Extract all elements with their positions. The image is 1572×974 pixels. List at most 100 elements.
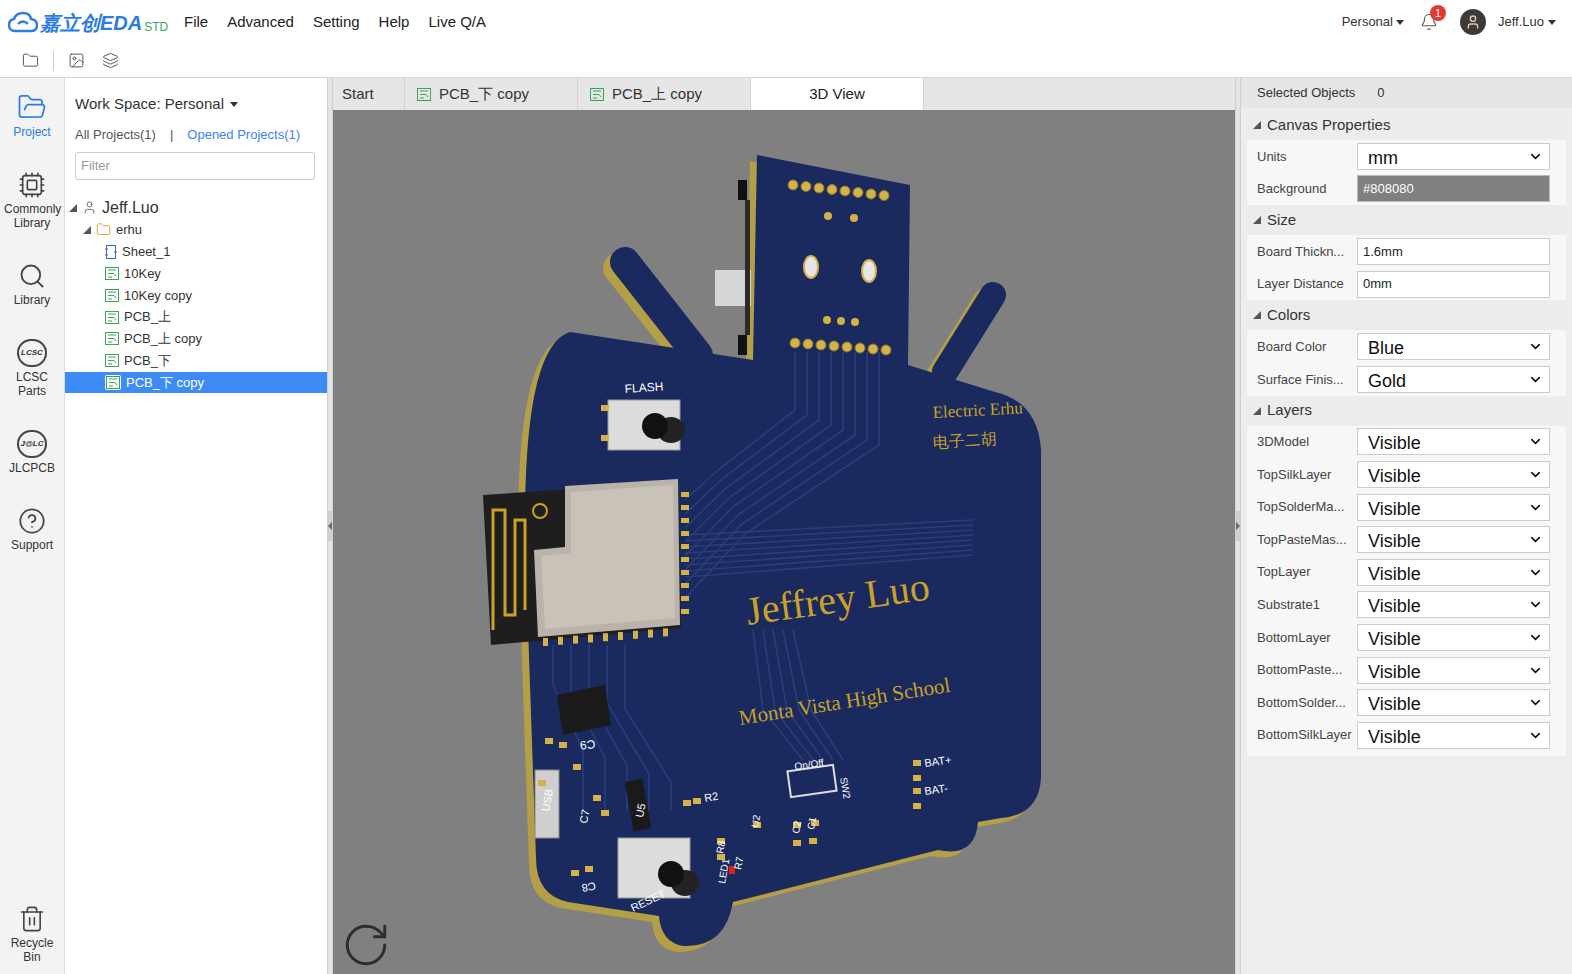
expand-triangle-icon[interactable]	[1253, 121, 1261, 129]
property-row: TopSolderMa...Visible	[1247, 491, 1566, 524]
main-menu: File Advanced Setting Help Live Q/A	[184, 11, 486, 34]
jlc-logo-icon: J@LC	[17, 430, 47, 458]
expand-triangle-icon[interactable]	[83, 226, 91, 234]
pcb-3d-model[interactable]: Electric Erhu电子二胡Jeffrey LuoMonta Vista …	[333, 110, 1235, 974]
chevron-down-icon	[1528, 728, 1543, 743]
sidebar-item[interactable]: Library	[14, 262, 51, 307]
select-field[interactable]: Visible	[1357, 526, 1550, 553]
link-separator: |	[170, 125, 173, 145]
open-folder-icon[interactable]	[22, 52, 39, 69]
workspace: Project Commonly Library Library LCSCLCSC P…	[0, 78, 1572, 974]
select-field[interactable]: Visible	[1357, 722, 1550, 749]
select-field[interactable]: Visible	[1357, 461, 1550, 488]
cloud-logo-icon	[8, 11, 38, 33]
tree-item[interactable]: PCB_下	[65, 350, 327, 372]
chevron-down-icon	[1528, 339, 1543, 354]
tree-item[interactable]: PCB_上 copy	[65, 328, 327, 350]
recycle-bin[interactable]: Recycle Bin	[4, 905, 60, 964]
property-section: SizeBoard Thickn...1.6mmLayer Distance0m…	[1247, 205, 1566, 300]
trash-icon	[18, 905, 46, 933]
select-field[interactable]: mm	[1357, 143, 1550, 170]
workspace-selector[interactable]: Work Space: Personal	[75, 93, 317, 116]
tree-item[interactable]: Sheet_1	[65, 241, 327, 263]
easyeda-window: 嘉立创EDASTD File Advanced Setting Help Live Q/A…	[0, 0, 1572, 974]
text-field[interactable]: 1.6mm	[1357, 238, 1550, 265]
chip-icon	[18, 171, 46, 199]
menu-item[interactable]: Live Q/A	[428, 11, 486, 34]
folder-icon	[96, 222, 111, 237]
board-school: Monta Vista High School	[737, 673, 952, 730]
tree-item[interactable]: Jeff.Luo	[65, 196, 327, 219]
property-row: Board ColorBlue	[1247, 330, 1566, 363]
pcb-file-icon	[105, 311, 119, 324]
tree-item[interactable]: 10Key	[65, 263, 327, 285]
tab[interactable]: PCB_下 copy	[405, 78, 578, 110]
user-menu[interactable]: Jeff.Luo	[1498, 12, 1556, 32]
tree-item[interactable]: 10Key copy	[65, 284, 327, 306]
chevron-down-icon	[1528, 434, 1543, 449]
select-field[interactable]: Visible	[1357, 689, 1550, 716]
avatar[interactable]	[1460, 9, 1486, 35]
layers-icon[interactable]	[102, 52, 119, 69]
section-header[interactable]: Size	[1247, 205, 1566, 235]
menu-item[interactable]: File	[184, 11, 208, 34]
menu-item[interactable]: Advanced	[227, 11, 294, 34]
select-field[interactable]: Visible	[1357, 591, 1550, 618]
notification-badge: 1	[1430, 5, 1446, 21]
expand-triangle-icon[interactable]	[1253, 407, 1261, 415]
silkscreen-label: R8	[714, 839, 727, 854]
tree-item[interactable]: PCB_下 copy	[65, 372, 327, 394]
sidebar-item[interactable]: Commonly Library	[4, 171, 60, 230]
filter-input[interactable]: Filter	[75, 152, 315, 180]
select-field[interactable]: Visible	[1357, 559, 1550, 586]
tree-item[interactable]: PCB_上	[65, 306, 327, 328]
menu-item[interactable]: Setting	[313, 11, 360, 34]
project-link[interactable]: All Projects(1)	[75, 125, 156, 145]
document-tabs: StartPCB_下 copyPCB_上 copy3D View	[333, 78, 1235, 110]
text-field[interactable]: 0mm	[1357, 271, 1550, 298]
section-header[interactable]: Layers	[1247, 396, 1566, 426]
app-logo[interactable]: 嘉立创EDASTD	[8, 11, 173, 33]
3d-canvas[interactable]: Electric Erhu电子二胡Jeffrey LuoMonta Vista …	[333, 110, 1235, 974]
expand-triangle-icon[interactable]	[69, 204, 77, 212]
chevron-down-icon	[1528, 149, 1543, 164]
property-section: ColorsBoard ColorBlueSurface Finis...Gol…	[1247, 300, 1566, 395]
select-field[interactable]: Visible	[1357, 624, 1550, 651]
select-field[interactable]: Gold	[1357, 366, 1550, 393]
export-image-icon[interactable]	[68, 52, 85, 69]
sidebar-item[interactable]: J@LCJLCPCB	[9, 430, 55, 475]
project-link[interactable]: Opened Projects(1)	[187, 125, 300, 145]
board-silk-text: Electric Erhu电子二胡Jeffrey LuoMonta Vista …	[737, 398, 1024, 730]
tree-item[interactable]: erhu	[65, 219, 327, 241]
color-field[interactable]: #808080	[1357, 175, 1550, 202]
notifications-button[interactable]: 1	[1416, 9, 1442, 35]
property-row: 3DModelVisible	[1247, 426, 1566, 459]
tab[interactable]: PCB_上 copy	[578, 78, 751, 110]
tab[interactable]: Start	[333, 78, 405, 110]
rotate-view-icon[interactable]	[341, 920, 391, 970]
icon-sidebar: Project Commonly Library Library LCSCLCSC P…	[0, 78, 65, 974]
select-field[interactable]: Visible	[1357, 428, 1550, 455]
silkscreen-label: C8	[581, 880, 597, 894]
expand-triangle-icon[interactable]	[1253, 311, 1261, 319]
section-header[interactable]: Colors	[1247, 300, 1566, 330]
sidebar-item[interactable]: Project	[13, 92, 50, 139]
avatar-icon	[1465, 14, 1481, 30]
sidebar-item[interactable]: LCSCLCSC Parts	[4, 339, 60, 398]
property-row: Surface Finis...Gold	[1247, 363, 1566, 396]
property-row: BottomLayerVisible	[1247, 621, 1566, 654]
section-header[interactable]: Canvas Properties	[1247, 110, 1566, 140]
workspace-menu[interactable]: Personal	[1342, 12, 1404, 32]
expand-triangle-icon[interactable]	[1253, 216, 1261, 224]
chevron-down-icon	[1528, 372, 1543, 387]
sidebar-item[interactable]: Support	[11, 507, 53, 552]
tab[interactable]: 3D View	[751, 78, 924, 110]
select-field[interactable]: Visible	[1357, 494, 1550, 521]
pcb-file-icon	[105, 289, 119, 302]
menu-item[interactable]: Help	[379, 11, 410, 34]
select-field[interactable]: Visible	[1357, 657, 1550, 684]
collapse-arrow-icon	[1236, 522, 1240, 530]
select-field[interactable]: Blue	[1357, 333, 1550, 360]
caret-icon	[230, 102, 238, 107]
silkscreen-label: U5	[633, 802, 647, 818]
